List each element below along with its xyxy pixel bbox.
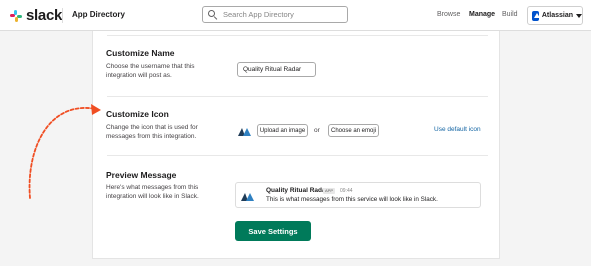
atlassian-logo-icon bbox=[532, 10, 540, 21]
app-badge: APP bbox=[323, 188, 336, 194]
integration-logo-icon bbox=[241, 193, 254, 201]
slack-mark-icon bbox=[10, 9, 22, 22]
search-input[interactable]: Search App Directory bbox=[202, 6, 348, 23]
nav-browse[interactable]: Browse bbox=[437, 11, 460, 18]
slack-logo[interactable]: slack bbox=[10, 7, 62, 24]
save-settings-button[interactable]: Save Settings bbox=[235, 221, 311, 241]
preview-message-description: Here's what messages from this integrati… bbox=[106, 184, 199, 200]
preview-timestamp: 09:44 bbox=[340, 188, 353, 194]
divider bbox=[107, 96, 488, 97]
customize-icon-description: Change the icon that is used for message… bbox=[106, 124, 198, 140]
chevron-down-icon bbox=[576, 13, 582, 18]
or-separator: or bbox=[314, 127, 320, 134]
header-divider bbox=[62, 8, 63, 23]
settings-card: Customize Name Choose the username that … bbox=[92, 31, 500, 259]
customize-name-description: Choose the username that this integratio… bbox=[106, 63, 195, 79]
workspace-name: Atlassian bbox=[541, 12, 573, 19]
username-field[interactable]: Quality Ritual Radar bbox=[237, 62, 316, 77]
preview-message-text: This is what messages from this service … bbox=[266, 196, 438, 203]
preview-bot-name: Quality Ritual Radar bbox=[266, 187, 329, 194]
workspace-switcher[interactable]: Atlassian bbox=[527, 6, 583, 25]
search-placeholder: Search App Directory bbox=[223, 10, 294, 19]
brand-name: slack bbox=[26, 7, 63, 24]
upload-image-button[interactable]: Upload an image bbox=[257, 124, 308, 137]
integration-logo-icon bbox=[238, 128, 251, 136]
preview-message-title: Preview Message bbox=[106, 170, 177, 180]
customize-name-title: Customize Name bbox=[106, 48, 175, 58]
app-directory-title[interactable]: App Directory bbox=[72, 10, 125, 19]
divider bbox=[107, 35, 488, 36]
use-default-icon-link[interactable]: Use default icon bbox=[434, 126, 481, 133]
nav-manage[interactable]: Manage bbox=[469, 11, 495, 18]
divider bbox=[107, 155, 488, 156]
nav-build[interactable]: Build bbox=[502, 11, 518, 18]
top-bar: slack App Directory Search App Directory… bbox=[0, 0, 591, 31]
choose-emoji-button[interactable]: Choose an emoji bbox=[328, 124, 379, 137]
search-icon bbox=[208, 10, 217, 19]
message-preview: Quality Ritual Radar APP 09:44 This is w… bbox=[235, 182, 481, 208]
customize-icon-title: Customize Icon bbox=[106, 109, 169, 119]
